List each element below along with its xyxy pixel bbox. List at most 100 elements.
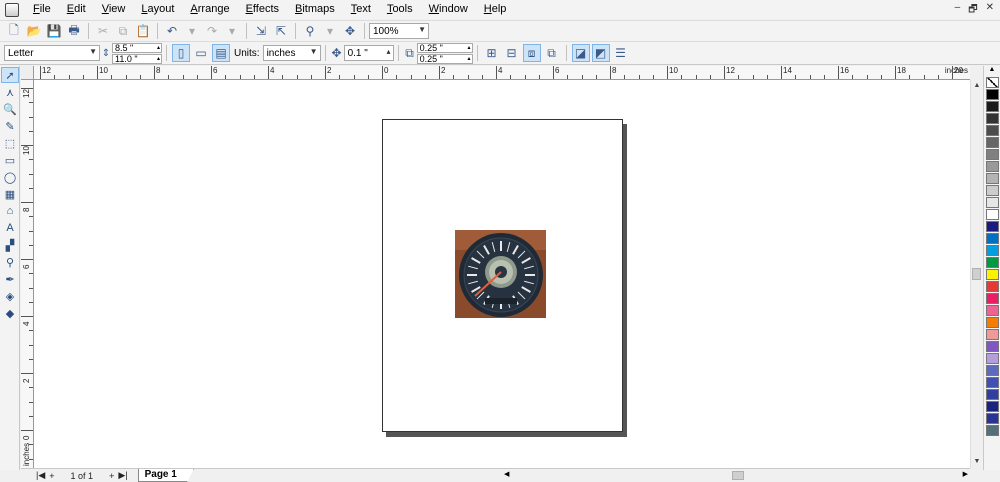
export-icon[interactable]: ⇱ — [272, 22, 290, 40]
redo-dropdown-icon[interactable]: ▾ — [223, 22, 241, 40]
color-swatch[interactable] — [986, 317, 999, 328]
duplicate-x-input[interactable]: 0.25 " ▴ — [416, 42, 473, 53]
color-swatch[interactable] — [986, 305, 999, 316]
duplicate-y-input[interactable]: 0.25 " ▴ — [416, 53, 473, 64]
options-icon[interactable]: ☰ — [612, 44, 630, 62]
add-page-before-icon[interactable]: + — [49, 471, 54, 481]
palette-scroll-up-icon[interactable]: ▲ — [984, 66, 1000, 76]
color-swatch[interactable] — [986, 125, 999, 136]
interactive-fill-tool-icon[interactable]: ◆ — [1, 305, 19, 321]
color-swatch[interactable] — [986, 113, 999, 124]
color-swatch[interactable] — [986, 425, 999, 436]
first-page-icon[interactable]: |◀ — [36, 470, 45, 481]
speedometer-image[interactable] — [455, 230, 546, 318]
redo-icon[interactable]: ↷ — [203, 22, 221, 40]
color-swatch[interactable] — [986, 365, 999, 376]
save-icon[interactable]: 💾 — [45, 22, 63, 40]
landscape-icon[interactable]: ▭ — [192, 44, 210, 62]
vertical-scrollbar[interactable]: ▲ ▼ — [970, 80, 982, 468]
rectangle-tool-icon[interactable]: ▭ — [1, 152, 19, 168]
page-height-input[interactable]: 11.0 " ▴ — [112, 53, 162, 64]
portrait-icon[interactable]: ▯ — [172, 44, 190, 62]
color-swatch[interactable] — [986, 281, 999, 292]
paste-icon[interactable]: 📋 — [134, 22, 152, 40]
color-swatch[interactable] — [986, 209, 999, 220]
color-swatch[interactable] — [986, 257, 999, 268]
pick-tool-icon[interactable]: ➚ — [1, 67, 19, 83]
snap-to-grid-icon[interactable]: ⊞ — [483, 44, 501, 62]
interactive-blend-tool-icon[interactable]: ▞ — [1, 237, 19, 253]
freehand-tool-icon[interactable]: ✎ — [1, 118, 19, 134]
color-swatch[interactable] — [986, 89, 999, 100]
eyedropper-tool-icon[interactable]: ⚲ — [1, 254, 19, 270]
color-swatch[interactable] — [986, 149, 999, 160]
paper-size-select[interactable]: Letter ▼ — [4, 45, 100, 61]
color-swatch[interactable] — [986, 101, 999, 112]
document-page[interactable] — [382, 119, 623, 432]
restore-icon[interactable]: 🗗 — [968, 2, 977, 19]
color-swatch[interactable] — [986, 233, 999, 244]
vertical-ruler[interactable]: inches 12 10 8 6 4 2 0 — [21, 80, 34, 468]
menu-effects[interactable]: Effects — [238, 0, 287, 19]
close-icon[interactable]: ✕ — [986, 2, 994, 19]
color-swatch[interactable] — [986, 293, 999, 304]
color-swatch[interactable] — [986, 269, 999, 280]
open-icon[interactable]: 📂 — [25, 22, 43, 40]
scroll-up-icon[interactable]: ▲ — [971, 80, 983, 92]
color-swatch[interactable] — [986, 137, 999, 148]
color-swatch[interactable] — [986, 389, 999, 400]
color-swatch[interactable] — [986, 413, 999, 424]
minimize-icon[interactable]: – — [955, 2, 961, 19]
page-width-input[interactable]: 8.5 " ▴ — [112, 42, 162, 53]
color-swatch[interactable] — [986, 341, 999, 352]
horizontal-ruler[interactable]: inches 12 10 8 6 4 2 0 2 4 6 8 10 12 14 16 18 20 — [34, 66, 970, 80]
horizontal-scroll-thumb[interactable] — [732, 471, 744, 480]
application-launcher-icon[interactable]: ⚲ — [301, 22, 319, 40]
color-swatch[interactable] — [986, 353, 999, 364]
vertical-scroll-thumb[interactable] — [972, 268, 981, 280]
welcome-screen-icon[interactable]: ✥ — [341, 22, 359, 40]
graph-paper-tool-icon[interactable]: ▦ — [1, 186, 19, 202]
undo-dropdown-icon[interactable]: ▾ — [183, 22, 201, 40]
add-page-after-icon[interactable]: + — [109, 471, 114, 481]
page-tab[interactable]: Page 1 — [137, 469, 194, 482]
ruler-origin[interactable] — [21, 66, 34, 80]
edit-across-layers-icon[interactable]: ◩ — [591, 44, 610, 62]
nudge-distance-input[interactable]: 0.1 " ▴ — [343, 45, 394, 61]
menu-window[interactable]: Window — [421, 0, 476, 19]
import-icon[interactable]: ⇲ — [252, 22, 270, 40]
new-document-icon[interactable]: 🗋 — [5, 22, 23, 40]
drawing-canvas[interactable] — [34, 80, 970, 468]
zoom-tool-icon[interactable]: 🔍 — [1, 101, 19, 117]
menu-help[interactable]: Help — [476, 0, 515, 19]
launcher-dropdown-icon[interactable]: ▾ — [321, 22, 339, 40]
snap-to-guidelines-icon[interactable]: ⊟ — [503, 44, 521, 62]
text-tool-icon[interactable]: A — [1, 220, 19, 236]
app-icon[interactable] — [5, 2, 19, 17]
dynamic-guides-icon[interactable]: ⧉ — [543, 44, 561, 62]
treat-as-filled-icon[interactable]: ◪ — [571, 44, 590, 62]
basic-shapes-tool-icon[interactable]: ⌂ — [1, 203, 19, 219]
scroll-down-icon[interactable]: ▼ — [971, 456, 983, 468]
copy-icon[interactable]: ⧉ — [114, 22, 132, 40]
outline-tool-icon[interactable]: ✒ — [1, 271, 19, 287]
snap-to-objects-icon[interactable]: ⧈ — [522, 44, 541, 62]
cut-icon[interactable]: ✂ — [94, 22, 112, 40]
color-swatch[interactable] — [986, 221, 999, 232]
ellipse-tool-icon[interactable]: ◯ — [1, 169, 19, 185]
color-swatch[interactable] — [986, 197, 999, 208]
menu-file[interactable]: File — [25, 0, 59, 19]
menu-bitmaps[interactable]: Bitmaps — [287, 0, 343, 19]
scroll-left-icon[interactable]: ◀ — [504, 470, 509, 478]
color-swatch[interactable] — [986, 161, 999, 172]
color-swatch[interactable] — [986, 185, 999, 196]
menu-layout[interactable]: Layout — [133, 0, 182, 19]
units-select[interactable]: inches ▼ — [262, 45, 321, 61]
undo-icon[interactable]: ↶ — [163, 22, 181, 40]
fill-tool-icon[interactable]: ◈ — [1, 288, 19, 304]
color-swatch[interactable] — [986, 173, 999, 184]
menu-edit[interactable]: Edit — [59, 0, 94, 19]
no-color-swatch[interactable] — [986, 77, 999, 88]
zoom-level-combo[interactable]: 100% ▼ — [369, 23, 429, 39]
shape-tool-icon[interactable]: ⋏ — [1, 84, 19, 100]
